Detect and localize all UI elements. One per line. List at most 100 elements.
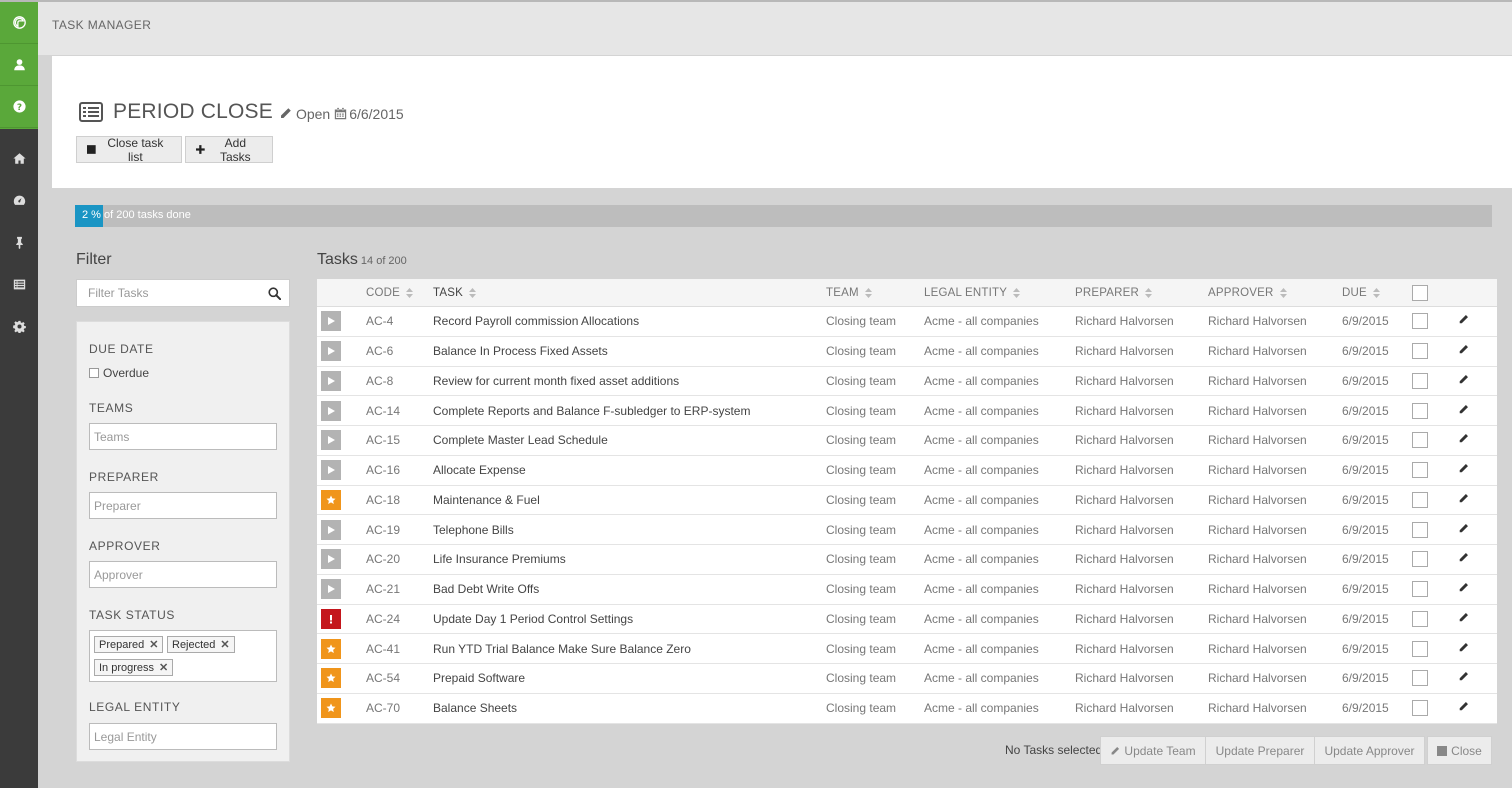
rail-leaf-button[interactable]	[0, 2, 38, 44]
pencil-icon[interactable]	[1458, 314, 1469, 325]
pencil-icon[interactable]	[1458, 612, 1469, 623]
remove-tag-icon[interactable]: ✕	[159, 661, 168, 674]
pencil-icon[interactable]	[1458, 463, 1469, 474]
pencil-icon[interactable]	[1458, 671, 1469, 682]
pencil-icon[interactable]	[1458, 642, 1469, 653]
row-checkbox[interactable]	[1412, 521, 1428, 538]
rail-settings-button[interactable]	[0, 305, 38, 347]
table-row[interactable]: AC-24 Update Day 1 Period Control Setting…	[317, 605, 1497, 635]
status-play-button[interactable]	[321, 311, 341, 332]
table-row[interactable]: AC-14 Complete Reports and Balance F-subl…	[317, 396, 1497, 426]
update-approver-button[interactable]: Update Approver	[1314, 736, 1425, 765]
status-play-button[interactable]	[321, 400, 341, 421]
task-name[interactable]: Record Payroll commission Allocations	[433, 314, 639, 328]
row-checkbox[interactable]	[1412, 581, 1428, 598]
preparer-input[interactable]	[90, 493, 276, 518]
task-name[interactable]: Prepaid Software	[433, 671, 525, 685]
task-name[interactable]: Review for current month fixed asset add…	[433, 374, 679, 388]
search-icon[interactable]	[268, 287, 281, 300]
col-preparer-header[interactable]: PREPARER	[1075, 287, 1153, 299]
col-code-header[interactable]: CODE	[366, 287, 414, 299]
row-checkbox[interactable]	[1412, 610, 1428, 627]
status-play-button[interactable]	[321, 519, 341, 540]
pencil-icon[interactable]	[1458, 404, 1469, 415]
rail-pin-button[interactable]	[0, 221, 38, 263]
table-row[interactable]: AC-6 Balance In Process Fixed Assets Closi…	[317, 337, 1497, 367]
pencil-icon[interactable]	[1458, 552, 1469, 563]
table-row[interactable]: AC-54 Prepaid Software Closing team Acme - …	[317, 664, 1497, 694]
row-checkbox[interactable]	[1412, 670, 1428, 687]
legal-entity-input[interactable]	[90, 724, 276, 749]
select-all-checkbox[interactable]	[1412, 284, 1428, 301]
col-approver-header[interactable]: APPROVER	[1208, 287, 1287, 299]
table-row[interactable]: AC-21 Bad Debt Write Offs Closing team Acme…	[317, 575, 1497, 605]
row-checkbox[interactable]	[1412, 402, 1428, 419]
rail-dashboard-button[interactable]	[0, 179, 38, 221]
table-row[interactable]: AC-4 Record Payroll commission Allocation…	[317, 307, 1497, 337]
table-row[interactable]: AC-15 Complete Master Lead Schedule Closin…	[317, 426, 1497, 456]
update-preparer-button[interactable]: Update Preparer	[1205, 736, 1315, 765]
add-tasks-button[interactable]: Add Tasks	[185, 136, 273, 164]
task-status-tags[interactable]: Prepared ✕ Rejected ✕ In progress ✕	[89, 630, 277, 682]
pencil-icon[interactable]	[1458, 374, 1469, 385]
pencil-icon[interactable]	[1458, 433, 1469, 444]
close-button[interactable]: Close	[1427, 736, 1492, 765]
task-name[interactable]: Update Day 1 Period Control Settings	[433, 612, 633, 626]
edit-title-icon[interactable]	[279, 107, 292, 120]
pencil-icon[interactable]	[1458, 523, 1469, 534]
table-row[interactable]: AC-19 Telephone Bills Closing team Acme - a…	[317, 515, 1497, 545]
col-due-header[interactable]: DUE	[1342, 287, 1380, 299]
table-row[interactable]: AC-41 Run YTD Trial Balance Make Sure Bal…	[317, 634, 1497, 664]
remove-tag-icon[interactable]: ✕	[220, 638, 229, 651]
task-name[interactable]: Run YTD Trial Balance Make Sure Balance …	[433, 642, 691, 656]
pencil-icon[interactable]	[1458, 582, 1469, 593]
status-star-button[interactable]	[321, 698, 341, 719]
task-name[interactable]: Life Insurance Premiums	[433, 552, 566, 566]
task-name[interactable]: Complete Reports and Balance F-subledger…	[433, 404, 750, 418]
status-play-button[interactable]	[321, 549, 341, 570]
teams-input[interactable]	[90, 424, 276, 449]
table-row[interactable]: AC-16 Allocate Expense Closing team Acme - …	[317, 456, 1497, 486]
task-name[interactable]: Complete Master Lead Schedule	[433, 433, 608, 447]
status-star-button[interactable]	[321, 638, 341, 659]
row-checkbox[interactable]	[1412, 551, 1428, 568]
table-row[interactable]: AC-20 Life Insurance Premiums Closing team…	[317, 545, 1497, 575]
task-name[interactable]: Telephone Bills	[433, 523, 514, 537]
pencil-icon[interactable]	[1458, 701, 1469, 712]
row-checkbox[interactable]	[1412, 640, 1428, 657]
filter-search-input[interactable]	[77, 280, 257, 306]
row-checkbox[interactable]	[1412, 343, 1428, 360]
row-checkbox[interactable]	[1412, 700, 1428, 717]
col-entity-header[interactable]: LEGAL ENTITY	[924, 287, 1021, 299]
task-name[interactable]: Allocate Expense	[433, 463, 526, 477]
table-row[interactable]: AC-8 Review for current month fixed asset…	[317, 367, 1497, 397]
task-name[interactable]: Maintenance & Fuel	[433, 493, 540, 507]
status-play-button[interactable]	[321, 430, 341, 451]
row-checkbox[interactable]	[1412, 462, 1428, 479]
col-team-header[interactable]: TEAM	[826, 287, 872, 299]
status-play-button[interactable]	[321, 341, 341, 362]
row-checkbox[interactable]	[1412, 432, 1428, 449]
table-row[interactable]: AC-18 Maintenance & Fuel Closing team Acme …	[317, 486, 1497, 516]
row-checkbox[interactable]	[1412, 313, 1428, 330]
status-play-button[interactable]	[321, 460, 341, 481]
close-task-list-button[interactable]: Close task list	[76, 136, 182, 164]
rail-help-button[interactable]: ?	[0, 86, 38, 128]
status-alert-button[interactable]	[321, 608, 341, 629]
rail-list-button[interactable]	[0, 263, 38, 305]
table-row[interactable]: AC-70 Balance Sheets Closing team Acme - al…	[317, 694, 1497, 724]
status-play-button[interactable]	[321, 579, 341, 600]
row-checkbox[interactable]	[1412, 372, 1428, 389]
rail-home-button[interactable]	[0, 137, 38, 179]
remove-tag-icon[interactable]: ✕	[149, 638, 158, 651]
status-star-button[interactable]	[321, 668, 341, 689]
task-name[interactable]: Balance Sheets	[433, 701, 517, 715]
task-name[interactable]: Bad Debt Write Offs	[433, 582, 539, 596]
update-team-button[interactable]: Update Team	[1100, 736, 1206, 765]
task-name[interactable]: Balance In Process Fixed Assets	[433, 344, 608, 358]
row-checkbox[interactable]	[1412, 491, 1428, 508]
pencil-icon[interactable]	[1458, 344, 1469, 355]
col-task-header[interactable]: TASK	[433, 287, 476, 299]
rail-user-button[interactable]	[0, 44, 38, 86]
pencil-icon[interactable]	[1458, 493, 1469, 504]
